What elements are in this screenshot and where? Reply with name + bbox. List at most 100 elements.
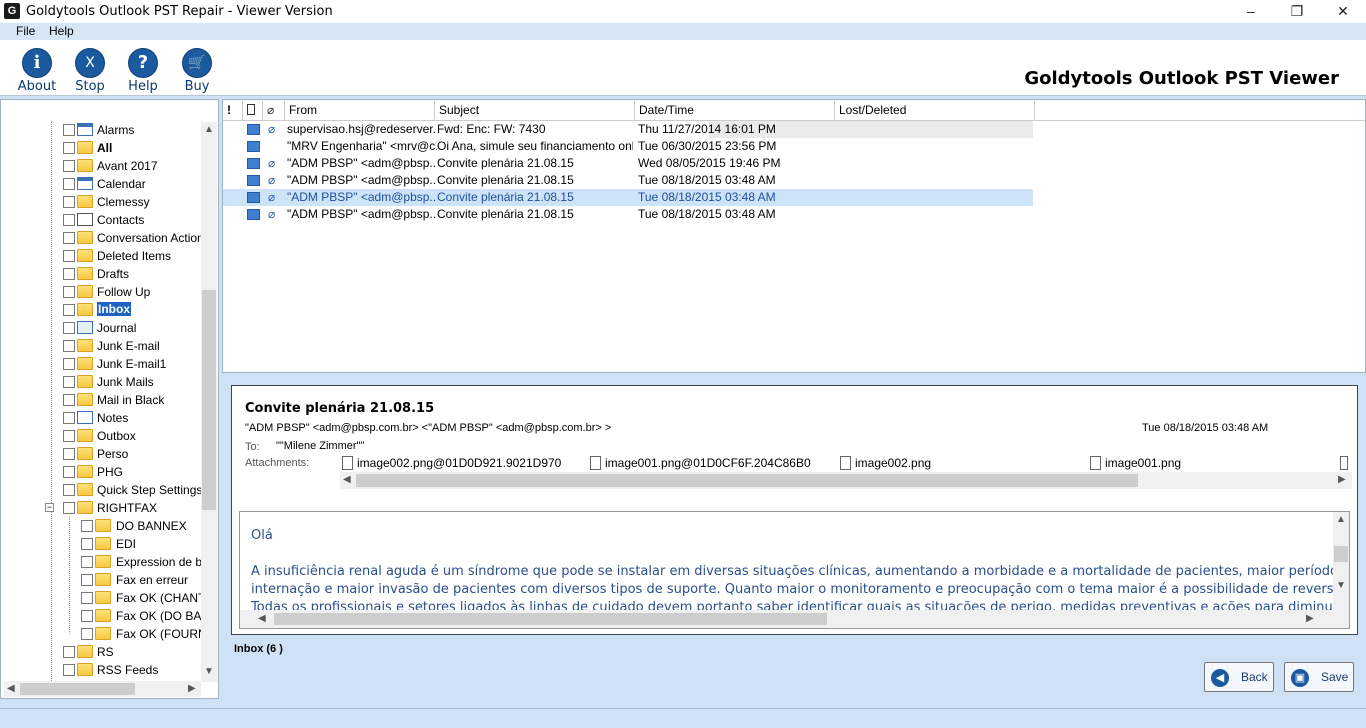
tree-item[interactable]: Junk Mails — [1, 373, 201, 391]
scroll-down-icon[interactable]: ▼ — [1336, 580, 1346, 591]
tree-hscroll-thumb[interactable] — [20, 683, 135, 695]
folder-checkbox[interactable] — [63, 322, 75, 334]
about-button[interactable]: i About — [15, 46, 59, 94]
folder-checkbox[interactable] — [63, 286, 75, 298]
scroll-right-icon[interactable]: ▶ — [1306, 613, 1314, 624]
folder-checkbox[interactable] — [63, 358, 75, 370]
tree-item[interactable]: Inbox — [1, 301, 201, 319]
tree-item[interactable]: Journal — [1, 319, 201, 337]
folder-checkbox[interactable] — [81, 574, 93, 586]
back-button[interactable]: ◀ Back — [1204, 662, 1274, 692]
tree-item[interactable]: Expression de be — [1, 553, 201, 571]
folder-checkbox[interactable] — [63, 448, 75, 460]
tree-item[interactable]: Mail in Black — [1, 391, 201, 409]
tree-item[interactable]: Alarms — [1, 121, 201, 139]
tree-item[interactable]: Fax OK (CHANT — [1, 589, 201, 607]
folder-checkbox[interactable] — [63, 304, 75, 316]
tree-item[interactable]: DO BANNEX — [1, 517, 201, 535]
tree-vertical-scrollbar[interactable]: ▲ ▼ — [201, 122, 217, 682]
tree-item[interactable]: Contacts — [1, 211, 201, 229]
folder-checkbox[interactable] — [81, 520, 93, 532]
tree-item[interactable]: Deleted Items — [1, 247, 201, 265]
folder-checkbox[interactable] — [63, 160, 75, 172]
body-hscroll-thumb[interactable] — [274, 613, 827, 625]
folder-checkbox[interactable] — [81, 592, 93, 604]
folder-checkbox[interactable] — [63, 232, 75, 244]
tree-item[interactable]: Clemessy — [1, 193, 201, 211]
tree-item[interactable]: EDI — [1, 535, 201, 553]
table-row[interactable]: ⌀ "ADM PBSP" <adm@pbsp.... Convite plenári… — [223, 206, 1033, 223]
body-scroll-thumb[interactable] — [1334, 546, 1348, 562]
scroll-left-icon[interactable]: ◀ — [343, 474, 351, 485]
col-subject[interactable]: Subject — [435, 101, 635, 120]
tree-item[interactable]: Quick Step Settings — [1, 481, 201, 499]
scroll-up-icon[interactable]: ▲ — [1336, 514, 1346, 525]
col-from[interactable]: From — [285, 101, 435, 120]
tree-item[interactable]: Calendar — [1, 175, 201, 193]
folder-checkbox[interactable] — [63, 664, 75, 676]
maximize-button[interactable]: ❐ — [1274, 0, 1320, 23]
tree-item[interactable]: Drafts — [1, 265, 201, 283]
tree-item[interactable]: Fax en erreur — [1, 571, 201, 589]
tree-item[interactable]: RS — [1, 643, 201, 661]
folder-checkbox[interactable] — [81, 628, 93, 640]
col-importance[interactable]: ! — [223, 101, 243, 120]
folder-checkbox[interactable] — [81, 610, 93, 622]
tree-item[interactable]: RIGHTFAX — [1, 499, 201, 517]
folder-checkbox[interactable] — [63, 268, 75, 280]
table-row[interactable]: ⌀ "ADM PBSP" <adm@pbsp.... Convite plenári… — [223, 172, 1033, 189]
table-row[interactable]: ⌀ "ADM PBSP" <adm@pbsp.... Convite plenári… — [223, 155, 1033, 172]
menu-file[interactable]: File — [16, 24, 35, 38]
stop-button[interactable]: X Stop — [68, 46, 112, 94]
col-date[interactable]: Date/Time — [635, 101, 835, 120]
body-vertical-scrollbar[interactable]: ▲ ▼ — [1333, 512, 1349, 628]
folder-checkbox[interactable] — [63, 340, 75, 352]
tree-item[interactable]: Fax OK (DO BAN — [1, 607, 201, 625]
folder-checkbox[interactable] — [63, 142, 75, 154]
col-attach[interactable]: ⌀ — [263, 101, 285, 120]
folder-checkbox[interactable] — [63, 178, 75, 190]
table-row[interactable]: "MRV Engenharia" <mrv@c... Oi Ana, simule… — [223, 138, 1033, 155]
tree-item[interactable]: RSS Feeds — [1, 661, 201, 679]
menu-help[interactable]: Help — [49, 24, 74, 38]
attachments-scrollbar[interactable]: ◀ ▶ — [340, 472, 1352, 489]
folder-checkbox[interactable] — [63, 430, 75, 442]
tree-item[interactable]: PHG — [1, 463, 201, 481]
tree-item[interactable]: Junk E-mail — [1, 337, 201, 355]
scroll-down-icon[interactable]: ▼ — [204, 666, 214, 677]
scroll-right-icon[interactable]: ▶ — [1338, 474, 1346, 485]
table-row[interactable]: ⌀ "ADM PBSP" <adm@pbsp.... Convite plenári… — [223, 189, 1033, 206]
folder-checkbox[interactable] — [63, 412, 75, 424]
folder-checkbox[interactable] — [63, 214, 75, 226]
tree-item[interactable]: Avant 2017 — [1, 157, 201, 175]
scroll-left-icon[interactable]: ◀ — [7, 683, 15, 694]
collapse-toggle[interactable]: − — [45, 503, 54, 512]
tree-item[interactable]: Perso — [1, 445, 201, 463]
tree-scroll-thumb[interactable] — [202, 290, 216, 510]
folder-checkbox[interactable] — [63, 124, 75, 136]
folder-checkbox[interactable] — [63, 196, 75, 208]
help-button[interactable]: ? Help — [121, 46, 165, 94]
tree-item[interactable]: Outbox — [1, 427, 201, 445]
col-lost[interactable]: Lost/Deleted — [835, 101, 1035, 120]
folder-checkbox[interactable] — [63, 466, 75, 478]
save-button[interactable]: ▣ Save — [1284, 662, 1354, 692]
tree-item[interactable]: Notes — [1, 409, 201, 427]
col-type[interactable] — [243, 101, 263, 120]
scroll-up-icon[interactable]: ▲ — [204, 124, 214, 135]
folder-checkbox[interactable] — [63, 250, 75, 262]
tree-item[interactable]: Junk E-mail1 — [1, 355, 201, 373]
folder-checkbox[interactable] — [81, 538, 93, 550]
tree-item[interactable]: All — [1, 139, 201, 157]
folder-checkbox[interactable] — [63, 484, 75, 496]
body-horizontal-scrollbar[interactable]: ◀ ▶ — [240, 610, 1333, 628]
tree-horizontal-scrollbar[interactable]: ◀ ▶ — [4, 681, 201, 697]
message-body[interactable]: Olá A insuficiência renal aguda é um sín… — [239, 511, 1350, 629]
attachments-scroll-thumb[interactable] — [356, 474, 1138, 487]
scroll-right-icon[interactable]: ▶ — [188, 683, 196, 694]
tree-item[interactable]: Follow Up — [1, 283, 201, 301]
close-button[interactable]: ✕ — [1320, 0, 1366, 23]
folder-checkbox[interactable] — [63, 646, 75, 658]
folder-checkbox[interactable] — [81, 556, 93, 568]
folder-checkbox[interactable] — [63, 376, 75, 388]
